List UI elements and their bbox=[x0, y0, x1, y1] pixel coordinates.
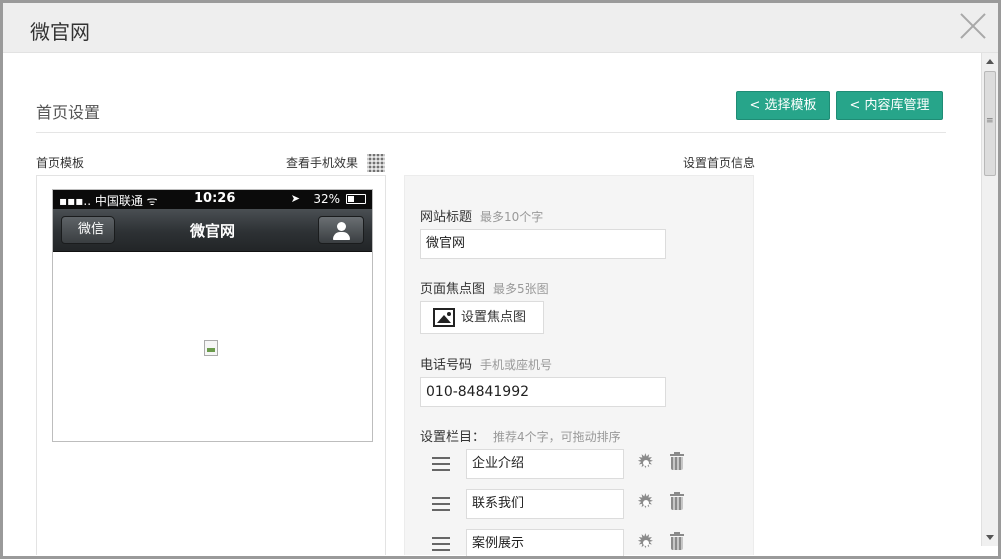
column-name-input[interactable]: 企业介绍 bbox=[466, 449, 624, 479]
user-profile-icon[interactable] bbox=[318, 216, 364, 244]
scroll-down-icon[interactable] bbox=[986, 535, 994, 540]
column-name-input[interactable]: 案例展示 bbox=[466, 529, 624, 556]
dialog-window: 微官网 首页设置 < 选择模板 < 内容库管理 首页模板 查看手机效果 设置首页… bbox=[0, 0, 1001, 559]
gear-icon[interactable] bbox=[637, 451, 655, 472]
trash-icon[interactable] bbox=[670, 532, 684, 551]
gear-icon[interactable] bbox=[637, 531, 655, 552]
drag-handle-icon[interactable] bbox=[432, 537, 450, 551]
vertical-scrollbar[interactable] bbox=[981, 53, 998, 546]
focus-images-hint: 最多5张图 bbox=[493, 282, 549, 296]
battery-percent: 32% bbox=[313, 192, 340, 206]
status-time: 10:26 bbox=[194, 191, 236, 206]
carrier-label: ▪▪▪.. 中国联通 ᯤ bbox=[59, 194, 158, 208]
content-library-button[interactable]: < 内容库管理 bbox=[836, 91, 943, 120]
image-icon bbox=[433, 308, 455, 327]
qr-code-icon[interactable] bbox=[367, 154, 385, 172]
site-title-label: 网站标题 最多10个字 bbox=[420, 210, 544, 225]
phone-preview: ▪▪▪.. 中国联通 ᯤ 10:26 ➤ 32% 微信 微官网 bbox=[52, 189, 373, 442]
info-panel-label: 设置首页信息 bbox=[683, 156, 756, 170]
select-template-button[interactable]: < 选择模板 bbox=[736, 91, 830, 120]
broken-image-icon bbox=[204, 340, 218, 356]
set-focus-images-button[interactable]: 设置焦点图 bbox=[420, 301, 544, 334]
gear-icon[interactable] bbox=[637, 491, 655, 512]
preview-phone-link[interactable]: 查看手机效果 bbox=[286, 154, 358, 171]
column-row: 联系我们 bbox=[430, 489, 730, 521]
drag-handle-icon[interactable] bbox=[432, 497, 450, 511]
dialog-title: 微官网 bbox=[30, 20, 90, 44]
phone-status-bar: ▪▪▪.. 中国联通 ᯤ 10:26 ➤ 32% bbox=[53, 190, 372, 209]
focus-images-label: 页面焦点图 最多5张图 bbox=[420, 282, 549, 297]
phone-input[interactable]: 010-84841992 bbox=[420, 377, 666, 407]
scroll-up-icon[interactable] bbox=[986, 59, 994, 64]
template-panel: ▪▪▪.. 中国联通 ᯤ 10:26 ➤ 32% 微信 微官网 bbox=[36, 175, 386, 555]
column-row: 案例展示 bbox=[430, 529, 730, 556]
column-name-input[interactable]: 联系我们 bbox=[466, 489, 624, 519]
page-title: 首页设置 bbox=[36, 103, 101, 122]
phone-hint: 手机或座机号 bbox=[480, 358, 553, 372]
site-title-input[interactable]: 微官网 bbox=[420, 229, 666, 259]
column-row: 企业介绍 bbox=[430, 449, 730, 481]
columns-hint: 推荐4个字，可拖动排序 bbox=[493, 430, 621, 444]
drag-handle-icon[interactable] bbox=[432, 457, 450, 471]
battery-icon bbox=[346, 194, 366, 204]
template-panel-label: 首页模板 bbox=[36, 156, 85, 170]
scrollbar-thumb[interactable] bbox=[984, 71, 996, 176]
trash-icon[interactable] bbox=[670, 492, 684, 511]
phone-nav-bar: 微信 微官网 bbox=[53, 209, 372, 252]
trash-icon[interactable] bbox=[670, 452, 684, 471]
info-panel: 网站标题 最多10个字 微官网 页面焦点图 最多5张图 设置焦点图 电话号码 手机或座… bbox=[404, 175, 754, 556]
dialog-content: 首页设置 < 选择模板 < 内容库管理 首页模板 查看手机效果 设置首页信息 ▪… bbox=[3, 54, 981, 556]
close-icon[interactable] bbox=[958, 11, 988, 41]
phone-label: 电话号码 手机或座机号 bbox=[420, 358, 553, 373]
divider bbox=[36, 132, 946, 133]
dialog-titlebar: 微官网 bbox=[3, 3, 998, 53]
location-arrow-icon: ➤ bbox=[290, 192, 300, 205]
columns-label: 设置栏目： 推荐4个字，可拖动排序 bbox=[420, 430, 621, 445]
site-title-hint: 最多10个字 bbox=[480, 210, 544, 224]
